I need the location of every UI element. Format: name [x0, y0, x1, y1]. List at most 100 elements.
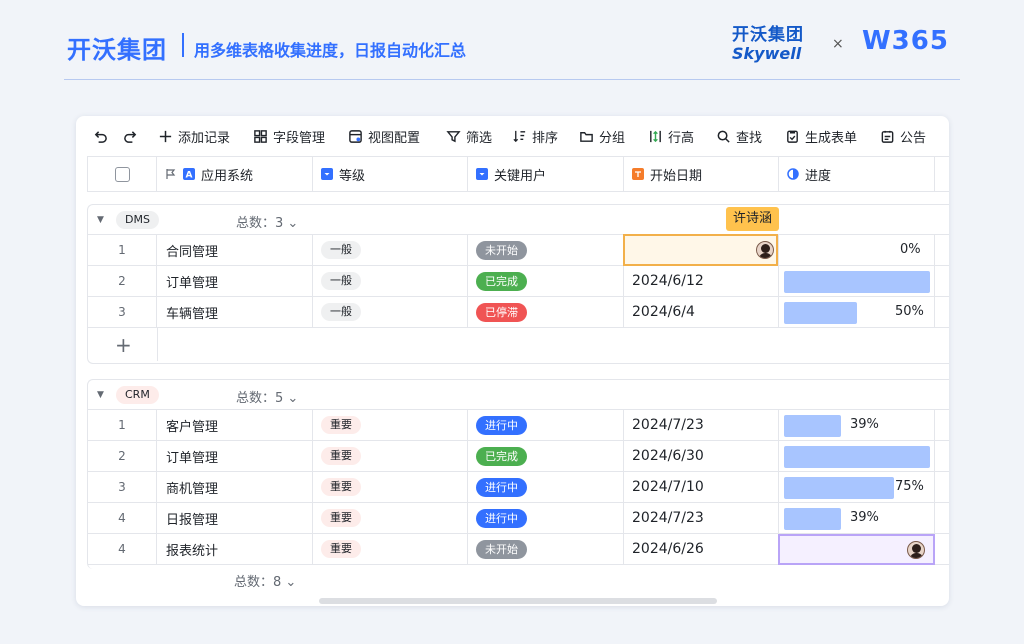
undo-button[interactable] [93, 127, 108, 145]
column-app[interactable]: A 应用系统 [157, 157, 313, 191]
level-cell[interactable]: 一般 [313, 266, 468, 296]
level-cell[interactable]: 重要 [313, 503, 468, 533]
progress-cell[interactable]: 75% [779, 472, 935, 502]
level-pill: 一般 [321, 241, 361, 259]
app-name-cell[interactable]: 报表统计 [157, 534, 313, 564]
progress-cell[interactable] [779, 266, 935, 296]
app-name-cell[interactable]: 车辆管理 [157, 297, 313, 327]
group-total[interactable]: 总数：3 ⌄ [236, 212, 298, 231]
level-cell[interactable]: 一般 [313, 235, 468, 265]
toolbar: 添加记录 字段管理 视图配置 筛选 排序 分组 行高 查找 生成表单 公告 [76, 116, 949, 156]
column-start-date-label: 开始日期 [650, 168, 703, 184]
column-progress[interactable]: 进度 [779, 157, 935, 191]
table-row[interactable]: 2 订单管理 重要 已完成 2024/6/30 [88, 441, 949, 472]
table-row[interactable]: 2 订单管理 一般 已完成 2024/6/12 [88, 266, 949, 297]
sort-button[interactable]: 排序 [512, 127, 558, 146]
user-cell[interactable]: 未开始 [468, 534, 624, 564]
app-name-cell[interactable]: 订单管理 [157, 441, 313, 471]
user-cell[interactable]: 进行中 [468, 503, 624, 533]
notice-button[interactable]: 公告 [880, 127, 927, 146]
collapse-caret-icon[interactable]: ▼ [97, 215, 104, 225]
date-cell[interactable]: 2024/7/23 [624, 410, 779, 440]
progress-cell[interactable] [779, 441, 935, 471]
app-name-cell[interactable]: 商机管理 [157, 472, 313, 502]
row-height-icon [650, 130, 661, 142]
group-header: ▼ DMS 总数：3 ⌄ [88, 205, 949, 235]
table-row[interactable]: 1 客户管理 重要 进行中 2024/7/23 39% [88, 410, 949, 441]
plus-icon [159, 130, 172, 142]
date-cell[interactable]: 2024/6/12 [624, 266, 779, 296]
collapse-caret-icon[interactable]: ▼ [97, 390, 104, 400]
field-manage-label: 字段管理 [273, 130, 326, 146]
add-row[interactable]: + [88, 328, 949, 361]
filter-button[interactable]: 筛选 [446, 127, 492, 146]
collaborator-avatar[interactable] [756, 241, 774, 259]
status-pill: 已完成 [476, 271, 527, 291]
level-pill: 重要 [321, 540, 361, 558]
form-label: 生成表单 [805, 130, 858, 146]
level-cell[interactable]: 重要 [313, 534, 468, 564]
level-cell[interactable]: 重要 [313, 410, 468, 440]
redo-button[interactable] [123, 127, 138, 145]
date-cell[interactable]: 2024/6/30 [624, 441, 779, 471]
app-name-cell[interactable]: 合同管理 [157, 235, 313, 265]
level-cell[interactable]: 重要 [313, 472, 468, 502]
progress-cell[interactable]: 0% [779, 235, 935, 265]
table-row[interactable]: 1合同管理一般未开始2024/6/10% [88, 235, 949, 266]
user-cell[interactable]: 已停滞 [468, 297, 624, 327]
add-row-icon[interactable]: + [115, 333, 132, 357]
table-row[interactable]: 3 商机管理 重要 进行中 2024/7/10 75% [88, 472, 949, 503]
date-cell[interactable]: 2024/7/10 [624, 472, 779, 502]
column-user[interactable]: 关键用户 [468, 157, 624, 191]
date-cell[interactable]: 2024/6/26 [624, 534, 779, 564]
selected-date-cell[interactable] [623, 234, 778, 266]
group-tag: DMS [116, 211, 159, 229]
redo-icon [124, 130, 137, 143]
column-level[interactable]: 等级 [313, 157, 468, 191]
view-config-label: 视图配置 [368, 130, 421, 146]
app-name-cell[interactable]: 日报管理 [157, 503, 313, 533]
find-button[interactable]: 查找 [716, 127, 762, 146]
progress-label: 39% [850, 417, 879, 432]
horizontal-scrollbar[interactable] [319, 598, 717, 604]
user-cell[interactable]: 未开始 [468, 235, 624, 265]
table-row[interactable]: 4 日报管理 重要 进行中 2024/7/23 39% [88, 503, 949, 534]
date-cell[interactable]: 2024/6/4 [624, 297, 779, 327]
select-all-checkbox[interactable] [114, 166, 130, 182]
view-config-button[interactable]: 视图配置 [348, 127, 421, 146]
group-total[interactable]: 总数：5 ⌄ [236, 387, 298, 406]
date-cell[interactable]: 2024/7/23 [624, 503, 779, 533]
add-record-label: 添加记录 [178, 130, 231, 146]
progress-label: 39% [850, 510, 879, 525]
flag-icon [166, 169, 176, 179]
notice-label: 公告 [900, 130, 927, 146]
progress-cell[interactable]: 39% [779, 503, 935, 533]
field-manage-button[interactable]: 字段管理 [253, 127, 326, 146]
form-button[interactable]: 生成表单 [785, 127, 858, 146]
collaborator-avatar[interactable] [907, 541, 925, 559]
user-cell[interactable]: 进行中 [468, 410, 624, 440]
app-name-cell[interactable]: 订单管理 [157, 266, 313, 296]
progress-cell[interactable]: 50% [779, 297, 935, 327]
row-height-button[interactable]: 行高 [648, 127, 694, 146]
user-cell[interactable]: 已完成 [468, 266, 624, 296]
progress-cell[interactable]: 39% [779, 410, 935, 440]
table-row[interactable]: 3 车辆管理 一般 已停滞 2024/6/4 50% [88, 297, 949, 328]
group-button[interactable]: 分组 [579, 127, 625, 146]
user-cell[interactable]: 已完成 [468, 441, 624, 471]
add-record-button[interactable]: 添加记录 [158, 127, 231, 146]
column-start-date[interactable]: 开始日期 [624, 157, 779, 191]
status-pill: 已停滞 [476, 302, 527, 322]
level-pill: 重要 [321, 509, 361, 527]
user-cell[interactable]: 进行中 [468, 472, 624, 502]
level-cell[interactable]: 重要 [313, 441, 468, 471]
date-field-icon [632, 168, 644, 180]
footer-total[interactable]: 总数：8 ⌄ [234, 571, 296, 590]
level-pill: 重要 [321, 478, 361, 496]
text-field-icon: A [183, 168, 195, 180]
level-cell[interactable]: 一般 [313, 297, 468, 327]
progress-bar [784, 477, 894, 499]
column-app-label: 应用系统 [201, 168, 254, 184]
status-pill: 进行中 [476, 415, 527, 435]
app-name-cell[interactable]: 客户管理 [157, 410, 313, 440]
